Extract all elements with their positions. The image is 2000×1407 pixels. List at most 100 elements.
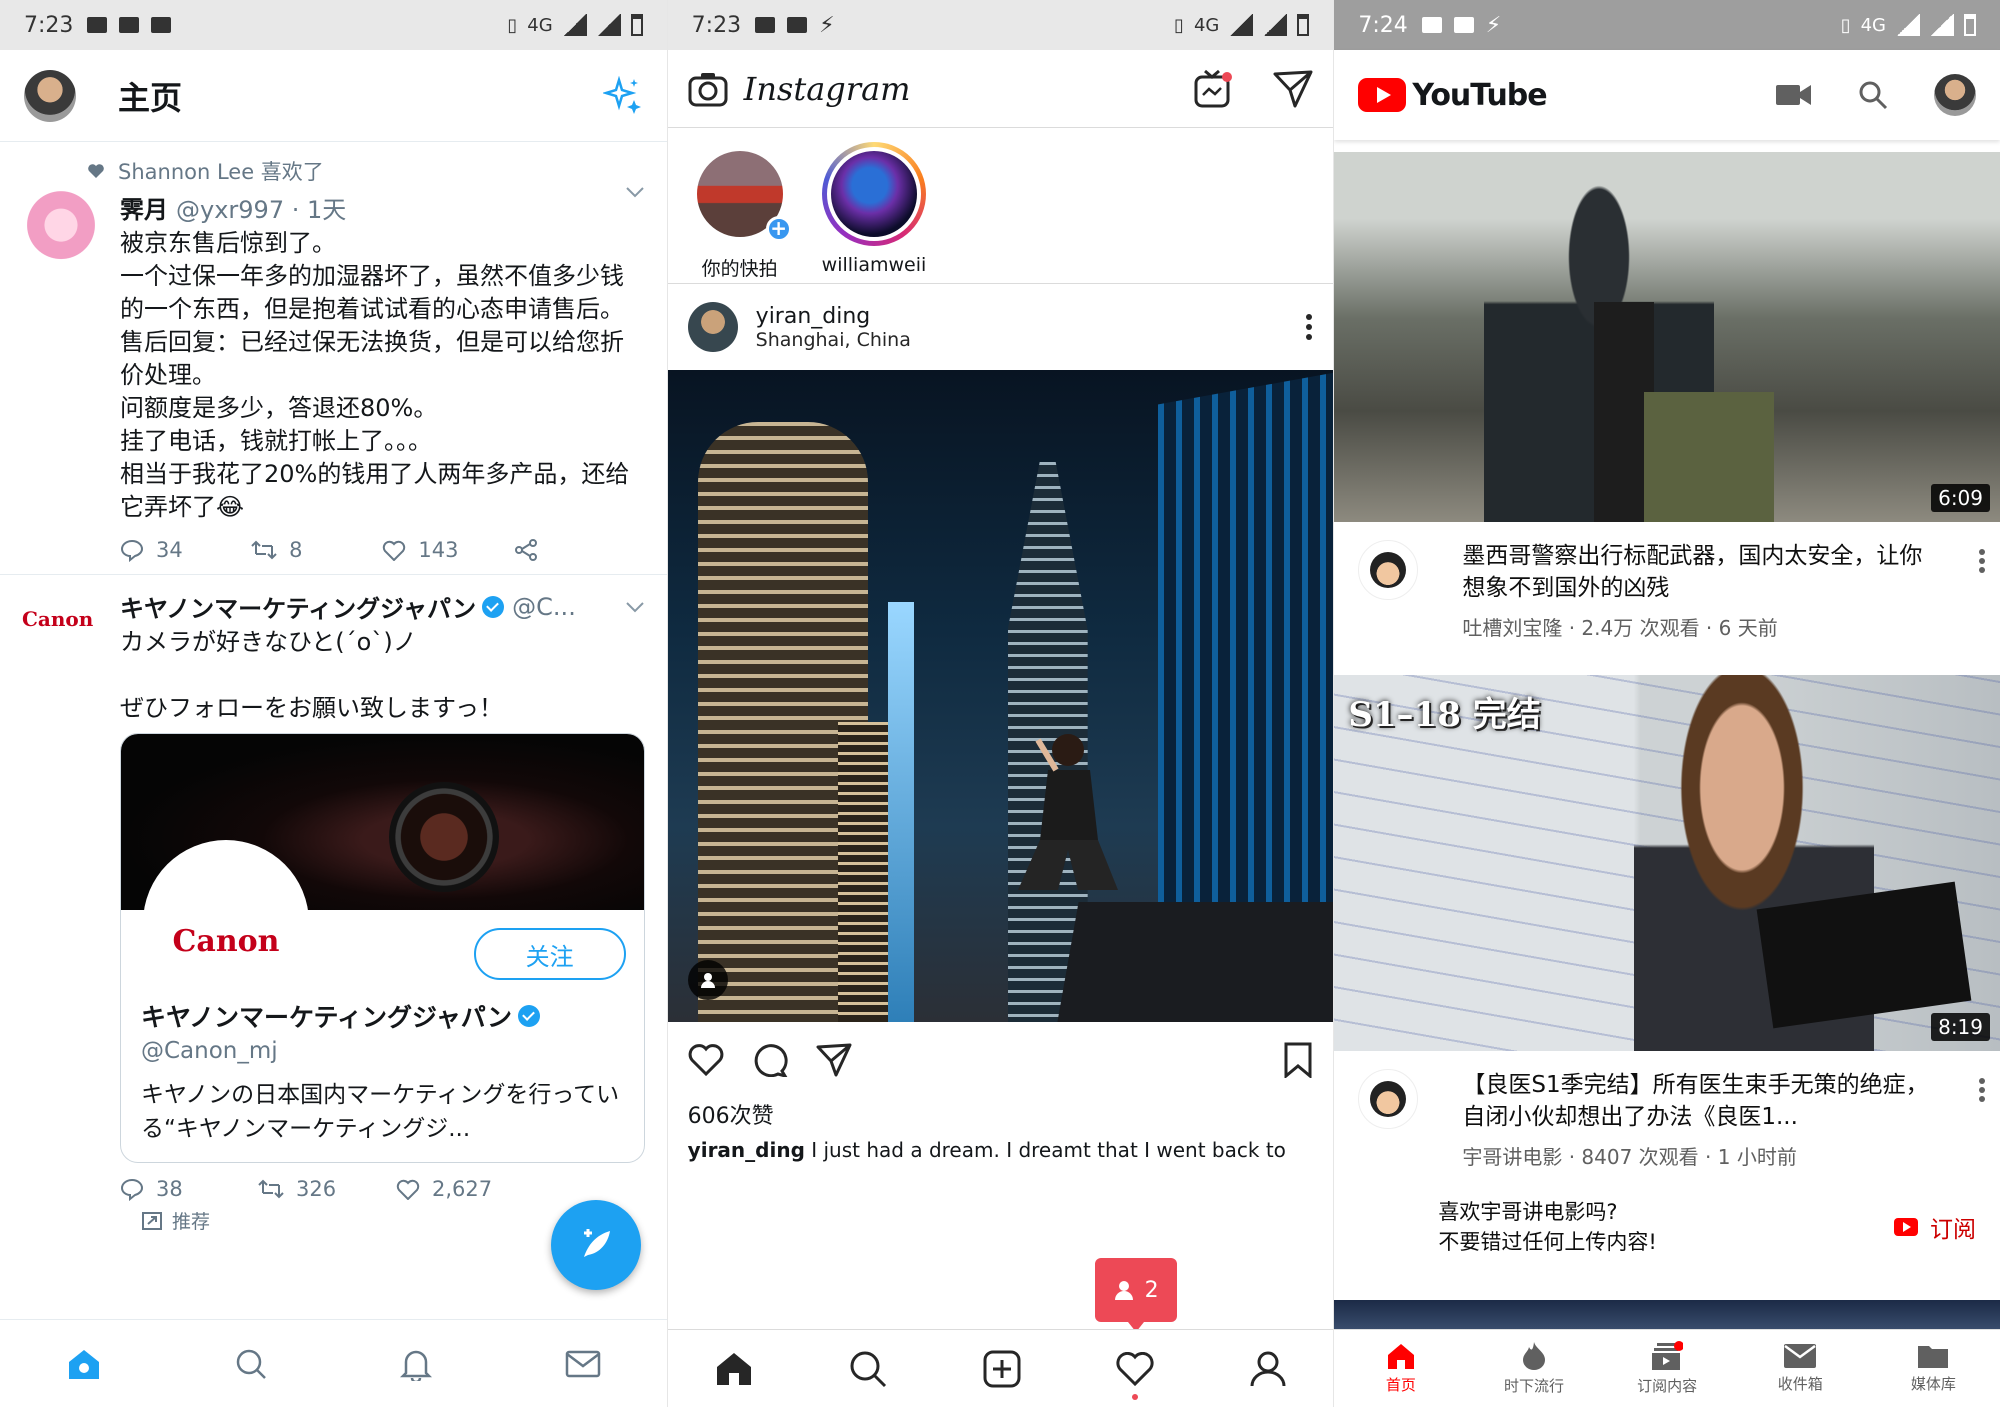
share-icon[interactable]: [816, 1043, 852, 1077]
profile-card[interactable]: Canon 关注 キヤノンマーケティングジャパン @Canon_mj キヤノンの…: [120, 733, 645, 1163]
image-notification-icon: [1453, 17, 1474, 33]
bottom-nav: [667, 1329, 1334, 1407]
post-photo[interactable]: [667, 370, 1334, 1022]
face-icon: [1370, 552, 1407, 588]
share-button[interactable]: [514, 538, 645, 562]
tab-label: 首页: [1385, 1376, 1416, 1394]
retweet-button[interactable]: 326: [258, 1177, 396, 1201]
signal-icon-2: [596, 14, 621, 36]
comment-icon[interactable]: [752, 1043, 788, 1077]
twitter-screen: 7:23 ▯ 4G 主页 Shannon Lee 喜欢了 霁月 @yxr997 …: [0, 0, 667, 1407]
network-type: 4G: [1193, 14, 1220, 36]
new-post-tab-icon[interactable]: [983, 1350, 1021, 1388]
status-time: 7:24: [1358, 12, 1408, 38]
post-location[interactable]: Shanghai, China: [756, 329, 911, 351]
tab-library[interactable]: 媒体库: [1873, 1343, 1993, 1394]
chevron-down-icon[interactable]: [625, 601, 645, 613]
messages-tab-icon[interactable]: [565, 1350, 601, 1378]
reply-button[interactable]: 38: [120, 1177, 258, 1201]
activity-tab-icon[interactable]: [1116, 1351, 1154, 1400]
search-tab-icon[interactable]: [234, 1347, 268, 1381]
profile-tab-icon[interactable]: [1250, 1350, 1286, 1388]
social-context-text: Shannon Lee 喜欢了: [118, 160, 324, 184]
flash-notification-icon: ⚡: [819, 12, 835, 38]
account-avatar[interactable]: [1934, 74, 1977, 116]
post-author-name[interactable]: yiran_ding: [756, 304, 911, 329]
vibrate-icon: ▯: [507, 14, 518, 36]
igtv-icon[interactable]: [1193, 69, 1233, 109]
tweet-author-name[interactable]: 霁月: [120, 190, 168, 225]
instagram-screen: 7:23 ⚡ ▯ 4G Instagram + 你的快拍 williamweii…: [666, 0, 1334, 1407]
card-name: キヤノンマーケティングジャパン: [141, 1003, 513, 1032]
more-options-icon[interactable]: [1978, 1077, 1986, 1103]
profile-avatar[interactable]: [24, 69, 76, 122]
tab-subscriptions[interactable]: 订阅内容: [1607, 1341, 1727, 1396]
caption-user[interactable]: yiran_ding: [688, 1138, 805, 1162]
like-button[interactable]: 2,627: [396, 1177, 534, 1201]
tweet-author-avatar[interactable]: [22, 190, 100, 268]
reply-icon: [120, 1178, 144, 1201]
chevron-down-icon[interactable]: [625, 186, 645, 198]
follow-button[interactable]: 关注: [473, 928, 626, 980]
tweet[interactable]: Shannon Lee 喜欢了 霁月 @yxr997 · 1天 被京东售后惊到了…: [0, 142, 667, 575]
camera-icon[interactable]: [688, 71, 728, 107]
card-description: キヤノンの日本国内マーケティングを行っている“キヤノンマーケティングジ...: [141, 1082, 620, 1142]
tab-inbox[interactable]: 收件箱: [1740, 1343, 1860, 1394]
channel-avatar[interactable]: [1358, 1069, 1419, 1129]
youtube-logo[interactable]: YouTube: [1358, 77, 1548, 113]
search-icon[interactable]: [1858, 80, 1888, 110]
upload-video-icon[interactable]: [1776, 83, 1812, 107]
user-tag-icon[interactable]: [687, 960, 728, 1000]
activity-notification-badge[interactable]: 2: [1094, 1258, 1177, 1332]
home-tab-icon[interactable]: [66, 1347, 102, 1381]
like-button[interactable]: 143: [382, 538, 513, 562]
bookmark-icon[interactable]: [1283, 1042, 1313, 1078]
story-williamweii[interactable]: williamweii: [822, 142, 926, 283]
video-notification-icon: [755, 17, 776, 33]
video-thumbnail[interactable]: S1–18 完结 8:19: [1334, 675, 2000, 1051]
compose-tweet-button[interactable]: [550, 1200, 641, 1290]
more-options-icon[interactable]: [1305, 313, 1313, 341]
tweet-author-name[interactable]: キヤノンマーケティングジャパン: [120, 589, 476, 624]
tab-trending[interactable]: 时下流行: [1474, 1341, 1594, 1396]
more-options-icon[interactable]: [1978, 548, 1986, 574]
notifications-tab-icon[interactable]: [400, 1347, 433, 1381]
subscribe-button[interactable]: 订阅: [1894, 1196, 1976, 1244]
tab-home[interactable]: 首页: [1341, 1342, 1461, 1395]
flame-icon: [1523, 1342, 1546, 1370]
signal-icon: [1229, 14, 1254, 36]
reply-count: 34: [156, 538, 183, 562]
signal-icon-2: [1263, 14, 1288, 36]
subscribe-prompt-subtitle: 不要错过任何上传内容!: [1438, 1230, 1657, 1254]
home-tab-icon[interactable]: [715, 1351, 753, 1387]
promoted-text: 推荐: [172, 1211, 211, 1233]
video-info[interactable]: 【良医S1季完结】所有医生束手无策的绝症，自闭小伙却想出了办法《良医1... 宇…: [1334, 1051, 2000, 1170]
video-thumbnail[interactable]: 6:09: [1334, 152, 2000, 522]
like-icon[interactable]: [688, 1044, 724, 1076]
youtube-logo-text: YouTube: [1412, 77, 1547, 113]
video-title[interactable]: 【良医S1季完结】所有医生束手无策的绝症，自闭小伙却想出了办法《良医1...: [1462, 1069, 1938, 1133]
stories-tray: + 你的快拍 williamweii: [667, 128, 1334, 284]
add-story-icon[interactable]: +: [765, 216, 792, 242]
camera-lens-image: [389, 782, 499, 892]
vibrate-icon: ▯: [1840, 14, 1851, 36]
like-count[interactable]: 606次赞: [668, 1098, 1334, 1130]
next-video-thumbnail[interactable]: [1334, 1300, 2000, 1330]
youtube-play-icon: [1358, 78, 1407, 112]
direct-message-icon[interactable]: [1273, 70, 1313, 108]
tweet-promoted[interactable]: Canon キヤノンマーケティングジャパン @C... カメラが好きなひと(´o…: [0, 575, 667, 1246]
canon-logo[interactable]: Canon: [22, 589, 100, 1201]
video-info[interactable]: 墨西哥警察出行标配武器，国内太安全，让你想象不到国外的凶残 吐槽刘宝隆 · 2.…: [1334, 522, 2000, 641]
video-meta: 吐槽刘宝隆 · 2.4万 次观看 · 6 天前: [1462, 616, 1778, 640]
post-author-avatar[interactable]: [687, 302, 738, 352]
search-tab-icon[interactable]: [849, 1350, 887, 1388]
story-own[interactable]: + 你的快拍: [688, 142, 792, 283]
sparkle-icon[interactable]: [602, 75, 643, 116]
channel-avatar[interactable]: [1358, 540, 1419, 600]
subscribe-prompt-title: 喜欢宇哥讲电影吗?: [1438, 1200, 1618, 1224]
video-title[interactable]: 墨西哥警察出行标配武器，国内太安全，让你想象不到国外的凶残: [1462, 540, 1938, 604]
retweet-button[interactable]: 8: [251, 538, 382, 562]
tweet-text: カメラが好きなひと(´o`)ノ ぜひフォローをお願い致しますっ！: [120, 628, 504, 722]
rooftop-image: [1057, 902, 1334, 1022]
reply-button[interactable]: 34: [120, 538, 251, 562]
